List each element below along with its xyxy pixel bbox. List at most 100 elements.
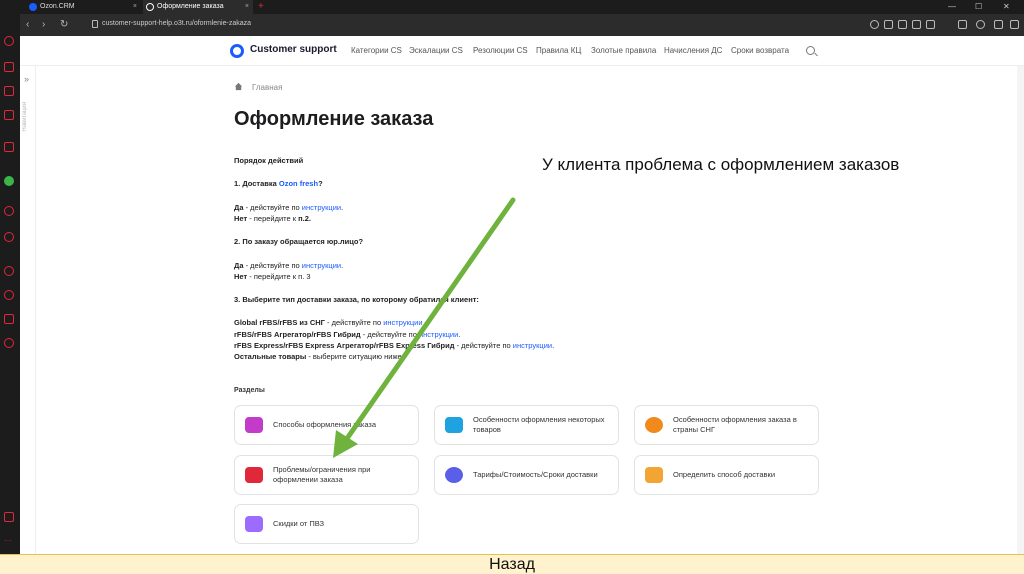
browser-tab-bar: Ozon.CRM × Оформление заказа × + — ☐ ✕ xyxy=(0,0,1024,14)
card-label: Проблемы/ограничения при оформлении зака… xyxy=(273,465,371,484)
side-nav-panel[interactable]: » Навигация xyxy=(20,66,36,554)
card-stack-icon xyxy=(245,417,263,433)
site-header: Customer support Категории CS Эскалации … xyxy=(20,36,1024,66)
q1-no: Нет - перейдите к п.2. xyxy=(234,214,312,223)
card-label: Способы оформления заказа xyxy=(273,420,377,429)
card-order-problems[interactable]: Проблемы/ограничения при оформлении зака… xyxy=(234,455,419,495)
q1-yes: Да - действуйте по инструкции. xyxy=(234,203,344,212)
nav-golden-rules[interactable]: Золотые правила xyxy=(591,46,656,55)
download-icon[interactable] xyxy=(994,20,1003,29)
send-icon[interactable] xyxy=(884,20,893,29)
nav-categories[interactable]: Категории CS xyxy=(351,46,402,55)
card-cis-orders[interactable]: Особенности оформления заказа в страны С… xyxy=(634,405,819,445)
more-icon[interactable]: ··· xyxy=(4,536,14,546)
nav-accruals[interactable]: Начисления ДС xyxy=(664,46,722,55)
twitch-icon[interactable] xyxy=(4,86,14,96)
close-tab-icon[interactable]: × xyxy=(245,0,249,14)
tab-label: Ozon.CRM xyxy=(40,3,75,10)
expand-icon[interactable]: » xyxy=(24,74,29,84)
delivery-line-1: Global rFBS/rFBS из СНГ - действуйте по … xyxy=(234,318,423,327)
card-tariffs[interactable]: Тарифы/Стоимость/Сроки доставки xyxy=(434,455,619,495)
new-tab-button[interactable]: + xyxy=(254,0,264,14)
instruction-link[interactable]: инструкции xyxy=(419,330,458,339)
breadcrumb-home[interactable]: Главная xyxy=(252,83,282,92)
instruction-link[interactable]: инструкции xyxy=(302,261,341,270)
annotation-text: У клиента проблема с оформлением заказов xyxy=(542,155,900,174)
clock-coin-icon xyxy=(445,467,463,483)
card-label: Тарифы/Стоимость/Сроки доставки xyxy=(473,470,598,479)
nav-rules-kc[interactable]: Правила КЦ xyxy=(536,46,581,55)
logo-icon[interactable] xyxy=(230,44,244,58)
speed-dial-icon[interactable] xyxy=(4,36,14,46)
forward-icon[interactable]: › xyxy=(42,18,45,32)
card-label: Скидки от ПВЗ xyxy=(273,519,325,528)
delivery-line-4: Остальные товары - выберите ситуацию ниж… xyxy=(234,352,402,361)
nav-resolutions[interactable]: Резолюции CS xyxy=(473,46,528,55)
page-scrollbar[interactable] xyxy=(1017,66,1024,554)
card-product-specifics[interactable]: Особенности оформления некоторых товаров xyxy=(434,405,619,445)
nav-escalations[interactable]: Эскалации CS xyxy=(409,46,463,55)
instruction-link[interactable]: инструкции xyxy=(302,203,341,212)
history-icon[interactable] xyxy=(4,290,14,300)
delivery-line-2: rFBS/rFBS Агрегатор/rFBS Гибрид - действ… xyxy=(234,330,461,339)
browser-sidebar: ··· xyxy=(0,14,20,574)
camera-icon[interactable] xyxy=(898,20,907,29)
maximize-icon[interactable]: ☐ xyxy=(975,0,982,14)
instruction-link[interactable]: инструкции xyxy=(383,318,422,327)
card-label: Определить способ доставки xyxy=(673,470,776,479)
nav-return-terms[interactable]: Сроки возврата xyxy=(731,46,789,55)
flow-icon[interactable] xyxy=(4,512,14,522)
question-2: 2. По заказу обращается юр.лицо? xyxy=(234,237,364,246)
q2-no: Нет - перейдите к п. 3 xyxy=(234,272,311,281)
delivery-line-3: rFBS Express/rFBS Express Агрегатор/rFBS… xyxy=(234,341,555,350)
home-icon[interactable] xyxy=(234,82,243,91)
heart-icon[interactable] xyxy=(976,20,985,29)
card-label: Особенности оформления некоторых товаров xyxy=(473,415,605,434)
instagram-icon[interactable] xyxy=(4,110,14,120)
back-button[interactable]: Назад xyxy=(0,554,1024,574)
globe-icon xyxy=(645,417,663,433)
q2-yes: Да - действуйте по инструкции. xyxy=(234,261,344,270)
extension-icon[interactable] xyxy=(912,20,921,29)
settings-icon[interactable] xyxy=(4,338,14,348)
instruction-link[interactable]: инструкции xyxy=(513,341,552,350)
card-order-methods[interactable]: Способы оформления заказа xyxy=(234,405,419,445)
site-logo[interactable]: Customer support xyxy=(250,44,337,55)
minimize-icon[interactable]: — xyxy=(948,0,956,14)
record-icon[interactable] xyxy=(4,206,14,216)
tab-oformlenie[interactable]: Оформление заказа × xyxy=(143,0,253,14)
bookmark-icon[interactable] xyxy=(926,20,935,29)
heart-icon[interactable] xyxy=(4,266,14,276)
aria-icon[interactable] xyxy=(4,142,14,152)
address-bar: ‹ › ↻ customer-support-help.o3t.ru/oform… xyxy=(20,14,1024,36)
delivery-box-icon xyxy=(645,467,663,483)
url-field[interactable]: customer-support-help.o3t.ru/oformlenie-… xyxy=(102,20,251,27)
tab-label: Оформление заказа xyxy=(157,3,224,10)
site-favicon-icon xyxy=(146,3,154,11)
question-3: 3. Выберите тип доставки заказа, по кото… xyxy=(234,295,479,304)
card-pvz-discounts[interactable]: Скидки от ПВЗ xyxy=(234,504,419,544)
close-window-icon[interactable]: ✕ xyxy=(1003,0,1010,14)
zoom-icon[interactable] xyxy=(870,20,879,29)
order-heading: Порядок действий xyxy=(234,156,304,165)
reload-icon[interactable]: ↻ xyxy=(60,18,68,32)
lock-icon xyxy=(92,20,98,28)
sections-heading: Разделы xyxy=(234,387,265,394)
search-icon[interactable] xyxy=(806,46,815,55)
warning-cart-icon xyxy=(245,467,263,483)
card-delivery-method[interactable]: Определить способ доставки xyxy=(634,455,819,495)
card-label: Особенности оформления заказа в страны С… xyxy=(673,415,797,434)
tab-ozon-crm[interactable]: Ozon.CRM × xyxy=(26,0,141,14)
discount-tag-icon xyxy=(245,516,263,532)
ozon-fresh-link[interactable]: Ozon fresh xyxy=(279,179,318,188)
close-tab-icon[interactable]: × xyxy=(133,0,137,14)
back-icon[interactable]: ‹ xyxy=(26,18,29,32)
bag-icon[interactable] xyxy=(4,62,14,72)
send-icon[interactable] xyxy=(4,232,14,242)
menu-icon[interactable] xyxy=(1010,20,1019,29)
cube-icon[interactable] xyxy=(4,314,14,324)
side-nav-label: Навигация xyxy=(22,102,28,132)
cube-icon[interactable] xyxy=(958,20,967,29)
box-icon xyxy=(445,417,463,433)
whatsapp-icon[interactable] xyxy=(4,176,14,186)
